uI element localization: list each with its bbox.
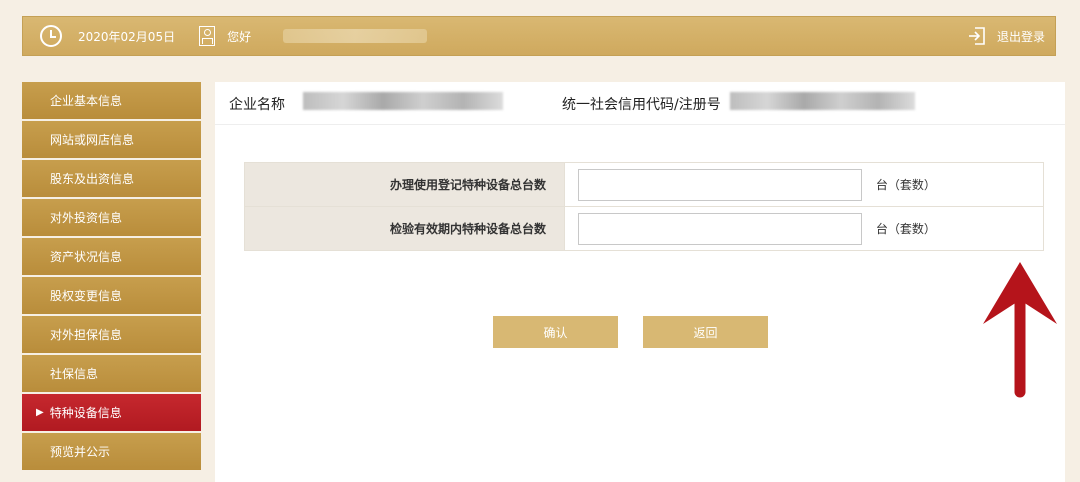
form-field-cell: 台（套数） — [564, 162, 1044, 207]
sidebar-item-label: 社保信息 — [50, 367, 99, 381]
sidebar-item-equity-change[interactable]: 股权变更信息 — [22, 277, 201, 314]
redacted-username — [283, 29, 428, 43]
valid-inspection-equipment-label: 检验有效期内特种设备总台数 — [244, 206, 565, 251]
unit-label: 台（套数） — [875, 222, 936, 236]
redacted-company-name — [303, 92, 503, 110]
logout-icon[interactable] — [967, 26, 987, 46]
form-row: 办理使用登记特种设备总台数 台（套数） — [244, 162, 1044, 207]
sidebar-item-label: 网站或网店信息 — [50, 133, 135, 147]
sidebar-item-label: 特种设备信息 — [49, 406, 122, 420]
user-icon — [199, 26, 216, 46]
registered-equipment-input[interactable] — [578, 168, 862, 201]
main-panel: 企业名称 统一社会信用代码/注册号 办理使用登记特种设备总台数 台（套数） 检验… — [215, 82, 1065, 482]
back-button[interactable]: 返回 — [643, 316, 768, 348]
annotation-arrow-icon — [983, 262, 1057, 398]
unit-label: 台（套数） — [875, 178, 936, 192]
sidebar-item-assets[interactable]: 资产状况信息 — [22, 238, 201, 275]
sidebar-item-shareholders[interactable]: 股东及出资信息 — [22, 160, 201, 197]
clock-icon — [40, 25, 62, 47]
sidebar-item-label: 对外担保信息 — [50, 328, 123, 342]
sidebar-item-label: 资产状况信息 — [50, 250, 123, 264]
equipment-form: 办理使用登记特种设备总台数 台（套数） 检验有效期内特种设备总台数 台（套数） — [244, 162, 1044, 251]
sidebar-item-label: 预览并公示 — [50, 445, 111, 459]
sidebar-item-label: 股东及出资信息 — [50, 172, 135, 186]
top-bar: 2020年02月05日 您好 退出登录 — [22, 16, 1056, 56]
sidebar-item-investment[interactable]: 对外投资信息 — [22, 199, 201, 236]
company-name-label: 企业名称 — [229, 97, 285, 113]
sidebar-item-social-insurance[interactable]: 社保信息 — [22, 355, 201, 392]
redacted-credit-code — [730, 92, 915, 110]
logout-link[interactable]: 退出登录 — [997, 28, 1045, 45]
current-date: 2020年02月05日 — [78, 29, 176, 44]
sidebar-item-website[interactable]: 网站或网店信息 — [22, 121, 201, 158]
company-info-row: 企业名称 统一社会信用代码/注册号 — [215, 82, 1065, 125]
sidebar-item-label: 股权变更信息 — [50, 289, 123, 303]
greeting-text: 您好 — [227, 29, 252, 44]
sidebar: 企业基本信息 网站或网店信息 股东及出资信息 对外投资信息 资产状况信息 股权变… — [22, 82, 201, 472]
sidebar-item-preview-publish[interactable]: 预览并公示 — [22, 433, 201, 470]
confirm-button[interactable]: 确认 — [493, 316, 618, 348]
sidebar-item-label: 企业基本信息 — [50, 94, 123, 108]
sidebar-item-label: 对外投资信息 — [50, 211, 123, 225]
credit-code-label: 统一社会信用代码/注册号 — [562, 97, 721, 113]
active-arrow-icon: ▶ — [36, 407, 44, 418]
sidebar-item-guarantee[interactable]: 对外担保信息 — [22, 316, 201, 353]
registered-equipment-label: 办理使用登记特种设备总台数 — [244, 162, 565, 207]
sidebar-item-basic-info[interactable]: 企业基本信息 — [22, 82, 201, 119]
valid-inspection-equipment-input[interactable] — [578, 212, 862, 245]
form-field-cell: 台（套数） — [564, 206, 1044, 251]
sidebar-item-special-equipment[interactable]: ▶ 特种设备信息 — [22, 394, 201, 431]
form-row: 检验有效期内特种设备总台数 台（套数） — [244, 206, 1044, 251]
